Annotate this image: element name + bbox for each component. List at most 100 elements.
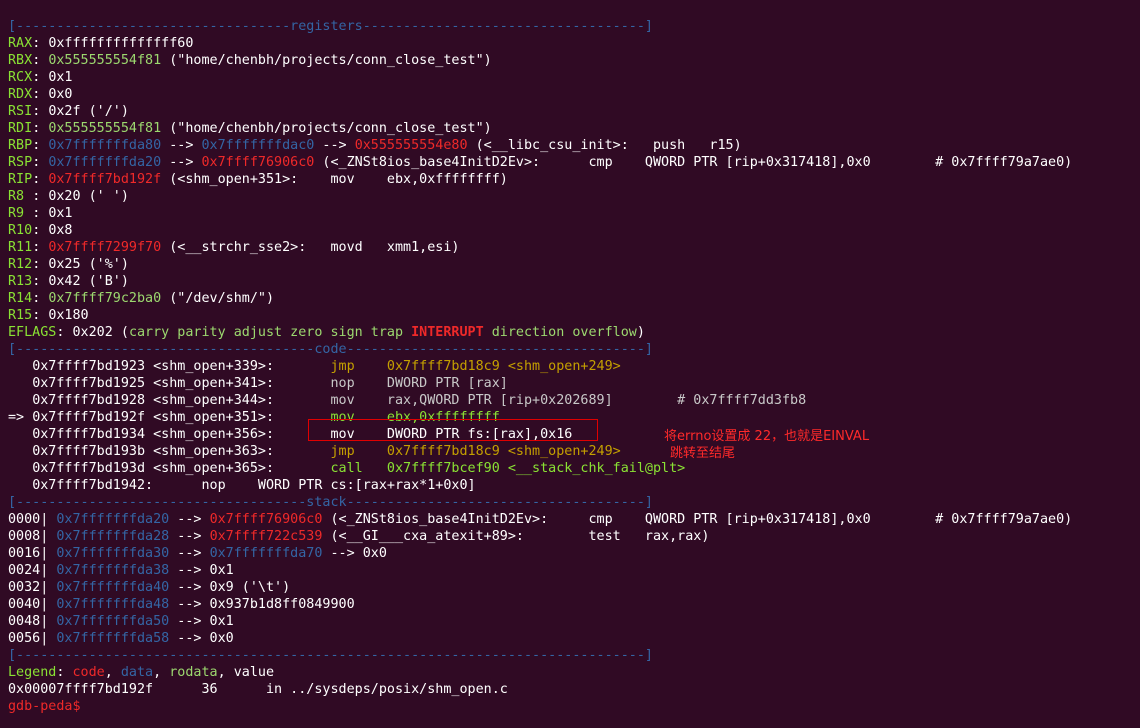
disassembly-line: 0x7ffff7bd193b <shm_open+363>: jmp 0x7ff… [8, 443, 1140, 460]
instruction-mnemonic: nop [330, 376, 355, 391]
legend-code: code [72, 665, 105, 680]
register-r11: R11: 0x7ffff7299f70 (<__strchr_sse2>: mo… [8, 240, 460, 255]
stack-offset: 0032| [8, 580, 57, 595]
stack-value-part: 0x7ffff76906c0 [209, 512, 323, 527]
disassembly-line: 0x7ffff7bd193d <shm_open+365>: call 0x7f… [8, 460, 1140, 477]
register-value-part: 0x7fffffffdac0 [201, 138, 315, 153]
source-location-line: 0x00007ffff7bd192f 36 in ../sysdeps/posi… [8, 682, 508, 697]
register-value: 0x0 [48, 87, 73, 102]
stack-address: 0x7fffffffda58 [56, 631, 170, 646]
register-value: 0x1 [48, 70, 73, 85]
instruction-address: 0x7ffff7bd1942: [32, 478, 154, 493]
instruction-mnemonic: jmp [330, 444, 355, 459]
register-value: 0x20 [48, 189, 81, 204]
stack-value-part: (<_ZNSt8ios_base4InitD2Ev>: cmp QWORD PT… [322, 512, 1073, 527]
register-r8: R8 : 0x20 (' ') [8, 189, 129, 204]
annotation-jump-note: 跳转至结尾 [670, 446, 736, 461]
stack-list: 0000| 0x7fffffffda20 --> 0x7ffff76906c0 … [8, 511, 1140, 647]
instruction-operands: 0x7ffff7bd18c9 <shm_open+249> [354, 444, 621, 459]
annotation-highlight-box [308, 419, 598, 441]
stack-entry: 0056| 0x7fffffffda58 --> 0x0 [8, 630, 1140, 647]
stack-address: 0x7fffffffda28 [56, 529, 170, 544]
instruction-operands: 0x7ffff7bd18c9 <shm_open+249> [354, 359, 621, 374]
stack-value-part: --> [169, 529, 210, 544]
stack-address: 0x7fffffffda20 [56, 512, 170, 527]
register-rip: RIP: 0x7ffff7bd192f (<shm_open+351>: mov… [8, 172, 508, 187]
stack-value-part: --> 0x0 [322, 546, 387, 561]
register-r15: R15: 0x180 [8, 308, 89, 323]
register-rcx: RCX: 0x1 [8, 70, 73, 85]
stack-offset: 0016| [8, 546, 57, 561]
disassembly-line: 0x7ffff7bd1942: nop WORD PTR cs:[rax+rax… [8, 477, 1140, 494]
stack-value-part: 0x7ffff722c539 [209, 529, 323, 544]
instruction-address: 0x7ffff7bd193b <shm_open+363>: [32, 444, 275, 459]
register-list: RAX: 0xffffffffffffff60 RBX: 0x555555554f… [8, 35, 1140, 324]
instruction-mnemonic: nop [201, 478, 226, 493]
command-prompt[interactable]: gdb-peda$ [8, 698, 1140, 715]
register-name: R11 [8, 240, 33, 255]
register-value: 0x42 [48, 274, 81, 289]
register-value: 0x2f [48, 104, 81, 119]
eflags-flags-clear: carry parity adjust zero sign trap [128, 325, 412, 340]
register-r12: R12: 0x25 ('%') [8, 257, 129, 272]
disassembly-line: 0x7ffff7bd1925 <shm_open+341>: nop DWORD… [8, 375, 1140, 392]
register-name: RBP [8, 138, 33, 153]
stack-entry: 0032| 0x7fffffffda40 --> 0x9 ('\t') [8, 579, 1140, 596]
stack-entry: 0008| 0x7fffffffda28 --> 0x7ffff722c539 … [8, 528, 1140, 545]
register-rbp: RBP: 0x7fffffffda80 --> 0x7fffffffdac0 -… [8, 138, 742, 153]
register-rbx: RBX: 0x555555554f81 ("home/chenbh/projec… [8, 53, 492, 68]
stack-value-part: 0x7fffffffda70 [209, 546, 323, 561]
stack-address: 0x7fffffffda38 [56, 563, 170, 578]
register-name: RCX [8, 70, 33, 85]
stack-section-header: [------------------------------------sta… [8, 495, 653, 510]
register-annotation: ("home/chenbh/projects/conn_close_test") [161, 53, 492, 68]
stack-address: 0x7fffffffda30 [56, 546, 170, 561]
stack-offset: 0048| [8, 614, 57, 629]
register-rax: RAX: 0xffffffffffffff60 [8, 36, 194, 51]
stack-value-part: --> 0x1 [169, 563, 234, 578]
register-name: R10 [8, 223, 33, 238]
register-rsp: RSP: 0x7fffffffda20 --> 0x7ffff76906c0 (… [8, 155, 1073, 170]
register-annotation: ("home/chenbh/projects/conn_close_test") [161, 121, 492, 136]
register-r13: R13: 0x42 ('B') [8, 274, 129, 289]
register-rdx: RDX: 0x0 [8, 87, 73, 102]
register-value-part: 0x555555554e80 [354, 138, 468, 153]
instruction-mnemonic: jmp [330, 359, 355, 374]
instruction-address: 0x7ffff7bd192f <shm_open+351>: [32, 410, 275, 425]
stack-entry: 0040| 0x7fffffffda48 --> 0x937b1d8ff0849… [8, 596, 1140, 613]
register-name: R12 [8, 257, 33, 272]
disassembly-line: 0x7ffff7bd1928 <shm_open+344>: mov rax,Q… [8, 392, 1140, 409]
stack-value-part: (<__GI___cxa_atexit+89>: test rax,rax) [322, 529, 710, 544]
register-value-part: 0x7fffffffda80 [48, 138, 162, 153]
register-name: RIP [8, 172, 33, 187]
stack-offset: 0008| [8, 529, 57, 544]
stack-value-part: --> [169, 512, 210, 527]
register-name: RDI [8, 121, 33, 136]
register-value-part: (<shm_open+351>: mov ebx,0xffffffff) [161, 172, 508, 187]
register-name: R9 [8, 206, 33, 221]
register-name: R13 [8, 274, 33, 289]
terminal-output[interactable]: [----------------------------------regis… [8, 18, 1140, 715]
stack-value-part: --> 0x1 [169, 614, 234, 629]
legend-line: Legend: code, data, rodata, value [8, 665, 275, 680]
register-name: RDX [8, 87, 33, 102]
register-value-part: 0x7ffff7299f70 [48, 240, 162, 255]
stack-offset: 0040| [8, 597, 57, 612]
register-value: 0x555555554f81 [48, 53, 162, 68]
register-value: 0x8 [48, 223, 73, 238]
register-annotation: ('%') [80, 257, 129, 272]
stack-value-part: --> [169, 546, 210, 561]
stack-entry: 0000| 0x7fffffffda20 --> 0x7ffff76906c0 … [8, 511, 1140, 528]
code-section-header: [-------------------------------------co… [8, 342, 653, 357]
register-name: R14 [8, 291, 33, 306]
stack-address: 0x7fffffffda40 [56, 580, 170, 595]
eflags-flag-set: INTERRUPT [411, 325, 484, 340]
register-value-part: (<_ZNSt8ios_base4InitD2Ev>: cmp QWORD PT… [314, 155, 1073, 170]
register-value-part: (<__strchr_sse2>: movd xmm1,esi) [161, 240, 460, 255]
register-rsi: RSI: 0x2f ('/') [8, 104, 129, 119]
register-value-part: --> [161, 155, 202, 170]
register-value: 0x555555554f81 [48, 121, 162, 136]
instruction-address: 0x7ffff7bd193d <shm_open+365>: [32, 461, 275, 476]
stack-entry: 0048| 0x7fffffffda50 --> 0x1 [8, 613, 1140, 630]
register-value: 0xffffffffffffff60 [48, 36, 194, 51]
